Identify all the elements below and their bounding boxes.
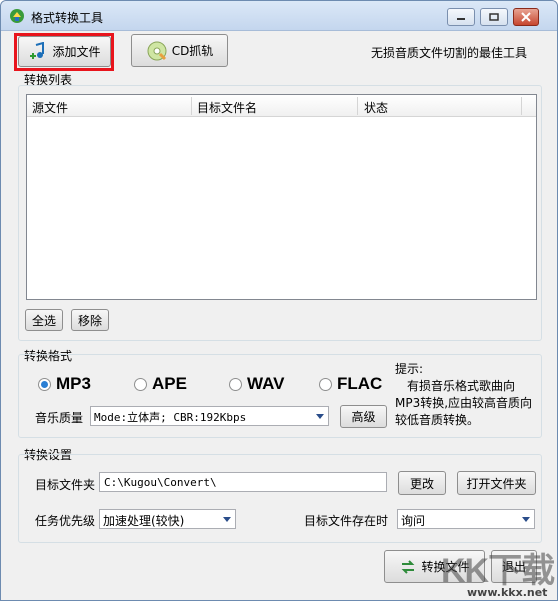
watermark-logo: KK下载 <box>441 552 555 590</box>
priority-label: 任务优先级 <box>35 514 96 528</box>
radio-mp3[interactable]: MP3 <box>38 374 91 394</box>
file-exists-label: 目标文件存在时 <box>304 514 389 528</box>
remove-label: 移除 <box>77 313 102 328</box>
remove-button[interactable]: 移除 <box>71 309 109 331</box>
cd-rip-label: CD抓轨 <box>171 44 214 58</box>
settings-group <box>18 454 542 543</box>
minimize-button[interactable] <box>447 8 475 26</box>
quality-select[interactable]: Mode:立体声; CBR:192Kbps <box>90 406 329 426</box>
conversion-list[interactable]: 源文件 目标文件名 状态 <box>26 94 537 300</box>
col-target-name[interactable]: 目标文件名 <box>197 99 257 116</box>
radio-wav[interactable]: WAV <box>229 374 284 394</box>
app-window: 格式转换工具 添加文件 CD抓轨 无损音质文件切割的最佳工具 转换列表 源文件 … <box>0 0 558 601</box>
col-status[interactable]: 状态 <box>364 99 388 116</box>
cd-rip-button[interactable]: CD抓轨 <box>131 34 228 67</box>
priority-select[interactable]: 加速处理(较快) <box>99 509 236 529</box>
col-divider[interactable] <box>191 97 192 115</box>
tip-text: 有损音乐格式歌曲向MP3转换,应由较高音质向较低音质转换。 <box>395 379 533 427</box>
tip-box: 提示: 有损音乐格式歌曲向MP3转换,应由较高音质向较低音质转换。 <box>395 361 540 429</box>
quality-label: 音乐质量 <box>35 411 84 425</box>
chevron-down-icon <box>522 517 530 522</box>
maximize-icon <box>489 13 499 21</box>
radio-ape[interactable]: APE <box>134 374 187 394</box>
radio-flac-dot <box>319 377 332 391</box>
change-folder-button[interactable]: 更改 <box>398 471 446 495</box>
radio-mp3-dot <box>38 377 51 391</box>
maximize-button[interactable] <box>480 8 508 26</box>
col-divider[interactable] <box>357 97 358 115</box>
advanced-label: 高级 <box>351 410 376 424</box>
radio-flac-label: FLAC <box>337 374 383 393</box>
target-folder-field[interactable]: C:\Kugou\Convert\ <box>99 472 387 492</box>
watermark-url: www.kkx.net <box>467 586 548 599</box>
priority-value: 加速处理(较快) <box>103 514 185 528</box>
radio-ape-label: APE <box>152 374 187 393</box>
chevron-down-icon <box>223 517 231 522</box>
tip-title: 提示: <box>395 362 424 376</box>
window-title: 格式转换工具 <box>31 11 104 25</box>
minimize-icon <box>457 18 465 20</box>
file-exists-value: 询问 <box>401 514 426 528</box>
list-header: 源文件 目标文件名 状态 <box>27 95 536 117</box>
highlight-box <box>14 33 114 71</box>
convert-icon <box>402 559 415 574</box>
radio-ape-dot <box>134 377 147 391</box>
open-folder-label: 打开文件夹 <box>466 476 527 491</box>
select-all-button[interactable]: 全选 <box>25 309 63 331</box>
quality-value: Mode:立体声; CBR:192Kbps <box>94 411 247 424</box>
title-bar: 格式转换工具 <box>1 1 557 31</box>
file-exists-select[interactable]: 询问 <box>397 509 535 529</box>
col-source[interactable]: 源文件 <box>32 99 68 116</box>
chevron-down-icon <box>316 414 324 419</box>
col-divider[interactable] <box>521 97 522 115</box>
target-folder-label: 目标文件夹 <box>35 478 96 492</box>
app-icon <box>10 9 24 23</box>
tagline: 无损音质文件切割的最佳工具 <box>371 46 528 60</box>
cd-icon <box>147 41 167 60</box>
radio-mp3-label: MP3 <box>56 374 91 393</box>
open-folder-button[interactable]: 打开文件夹 <box>457 471 536 495</box>
radio-wav-label: WAV <box>247 374 285 393</box>
change-folder-label: 更改 <box>409 476 434 491</box>
radio-wav-dot <box>229 377 242 391</box>
close-icon <box>521 12 531 22</box>
select-all-label: 全选 <box>31 313 56 328</box>
close-button[interactable] <box>513 8 539 26</box>
advanced-button[interactable]: 高级 <box>340 405 387 428</box>
radio-flac[interactable]: FLAC <box>319 374 382 394</box>
